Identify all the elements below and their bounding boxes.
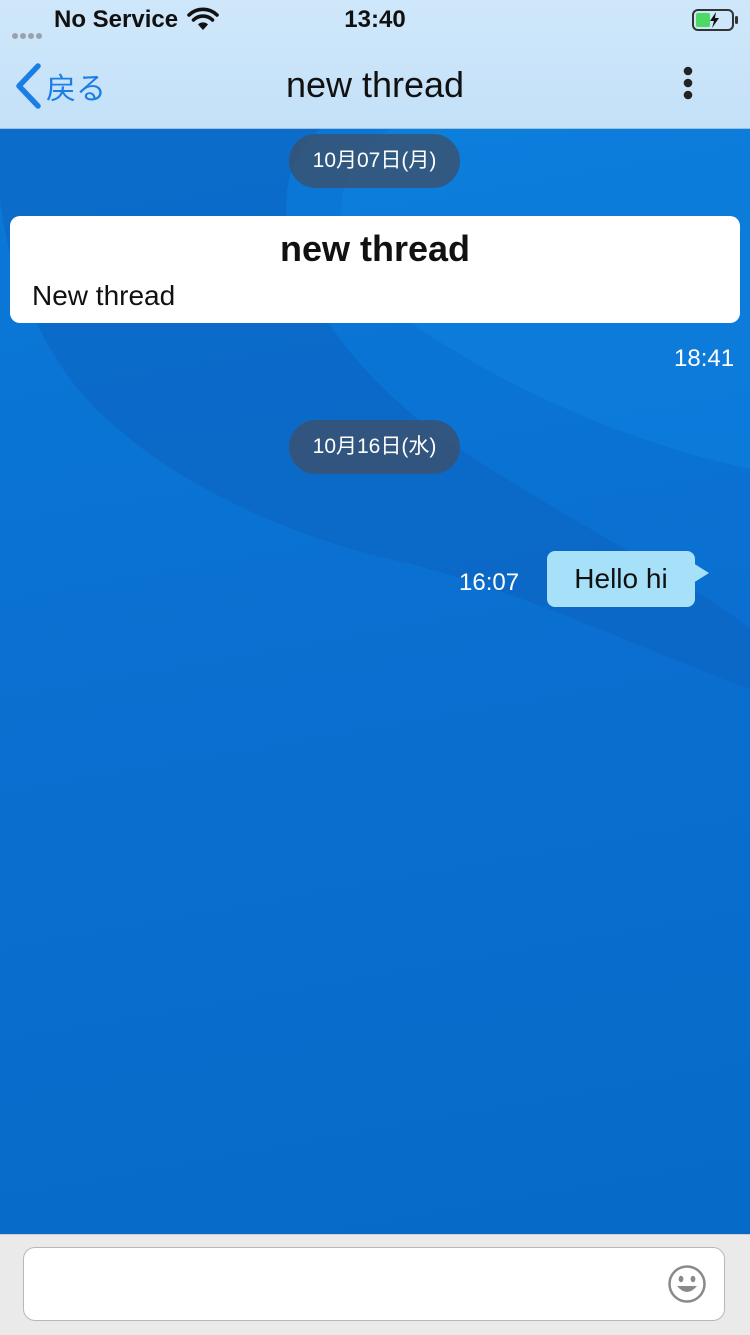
message-timestamp: 16:07 [459, 569, 520, 596]
message-bubble[interactable]: Hello hi [547, 551, 695, 607]
chat-area[interactable]: 10月07日(月) new thread New thread 18:41 10… [0, 129, 750, 1234]
composer-bar [0, 1234, 750, 1335]
smiley-icon [668, 1265, 706, 1303]
card-timestamp: 18:41 [674, 345, 735, 372]
thread-card-body: New thread [32, 280, 176, 311]
bubble-tail [693, 563, 709, 583]
emoji-button[interactable] [667, 1264, 707, 1304]
thread-card-title: new thread [279, 228, 471, 269]
message-field[interactable] [23, 1247, 725, 1321]
more-vertical-icon [683, 66, 693, 100]
battery-icon [692, 8, 740, 39]
message-input[interactable] [40, 1262, 664, 1308]
thread-card[interactable]: new thread New thread [10, 216, 740, 323]
page-title: new thread [285, 64, 465, 105]
status-time: 13:40 [344, 6, 406, 33]
top-bar: No Service 13:40 戻る new thread [0, 0, 750, 129]
navigation-bar: 戻る new thread [0, 40, 750, 128]
status-bar: No Service 13:40 [0, 0, 750, 40]
date-separator: 10月07日(月) [289, 134, 460, 188]
date-separator: 10月16日(水) [289, 420, 460, 474]
more-options-button[interactable] [674, 66, 702, 106]
